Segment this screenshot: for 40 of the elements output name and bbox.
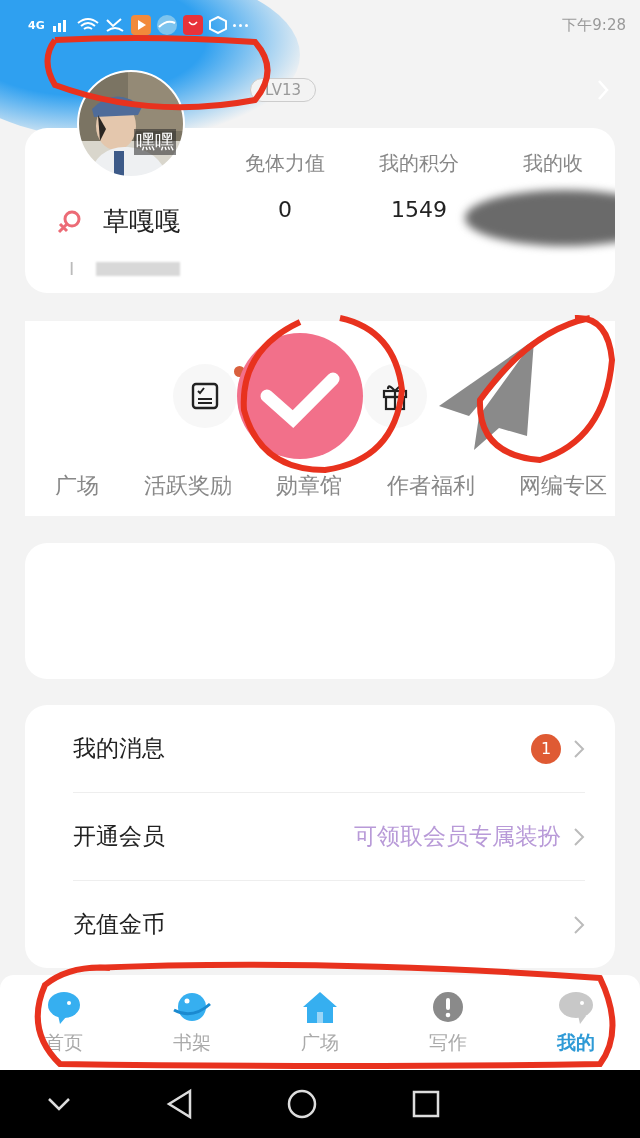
menu-item[interactable]: 我的消息 1 xyxy=(73,705,585,793)
user-id-prefix: I xyxy=(69,258,75,279)
checklist-icon xyxy=(190,381,220,411)
app-icon xyxy=(130,15,151,35)
female-icon xyxy=(57,208,83,235)
wifi-icon xyxy=(76,17,99,33)
feature-label[interactable]: 活跃奖励 xyxy=(143,471,232,501)
back-icon[interactable] xyxy=(165,1088,194,1120)
bag-icon xyxy=(182,15,203,35)
user-name: 草嘎嘎 xyxy=(103,205,181,238)
menu-item[interactable]: 充值金币 xyxy=(73,881,585,968)
feature-label[interactable]: 广场 xyxy=(55,471,99,501)
feature-label[interactable]: 作者福利 xyxy=(386,471,475,501)
tab[interactable]: 书架 xyxy=(132,975,252,1070)
feature-label[interactable]: 网编专区 xyxy=(519,471,607,501)
tab[interactable]: 广场 xyxy=(260,975,380,1070)
more-icon xyxy=(232,23,248,27)
globe-icon xyxy=(156,15,177,35)
tab[interactable]: 我的 xyxy=(516,975,636,1070)
menu-item[interactable]: 开通会员 可领取会员专属装扮 xyxy=(73,793,585,881)
stat-label: 我的收 xyxy=(523,150,583,177)
count-badge: 1 xyxy=(531,733,561,764)
chevron-right-icon xyxy=(573,826,585,847)
collapse-icon[interactable] xyxy=(46,1096,73,1112)
stat-label: 我的积分 xyxy=(379,150,459,177)
tab[interactable]: 写作 xyxy=(388,975,508,1070)
recent-apps-icon[interactable] xyxy=(410,1089,441,1119)
feature-label[interactable]: 勋章馆 xyxy=(276,471,342,501)
stat-label: 免体力值 xyxy=(245,150,325,177)
stat-value: 1549 xyxy=(391,197,447,222)
status-time: 下午9:28 xyxy=(562,15,626,35)
stat-value: 0 xyxy=(278,197,292,222)
avatar-caption: 嘿嘿 xyxy=(134,129,176,155)
chat-bubble-icon xyxy=(556,989,596,1026)
network-label: 4G xyxy=(28,18,45,32)
chevron-right-icon xyxy=(573,738,585,759)
menu-hint: 可领取会员专属装扮 xyxy=(354,822,561,851)
home-icon[interactable] xyxy=(286,1088,318,1120)
check-button[interactable] xyxy=(237,333,363,459)
chevron-right-icon xyxy=(573,914,585,935)
